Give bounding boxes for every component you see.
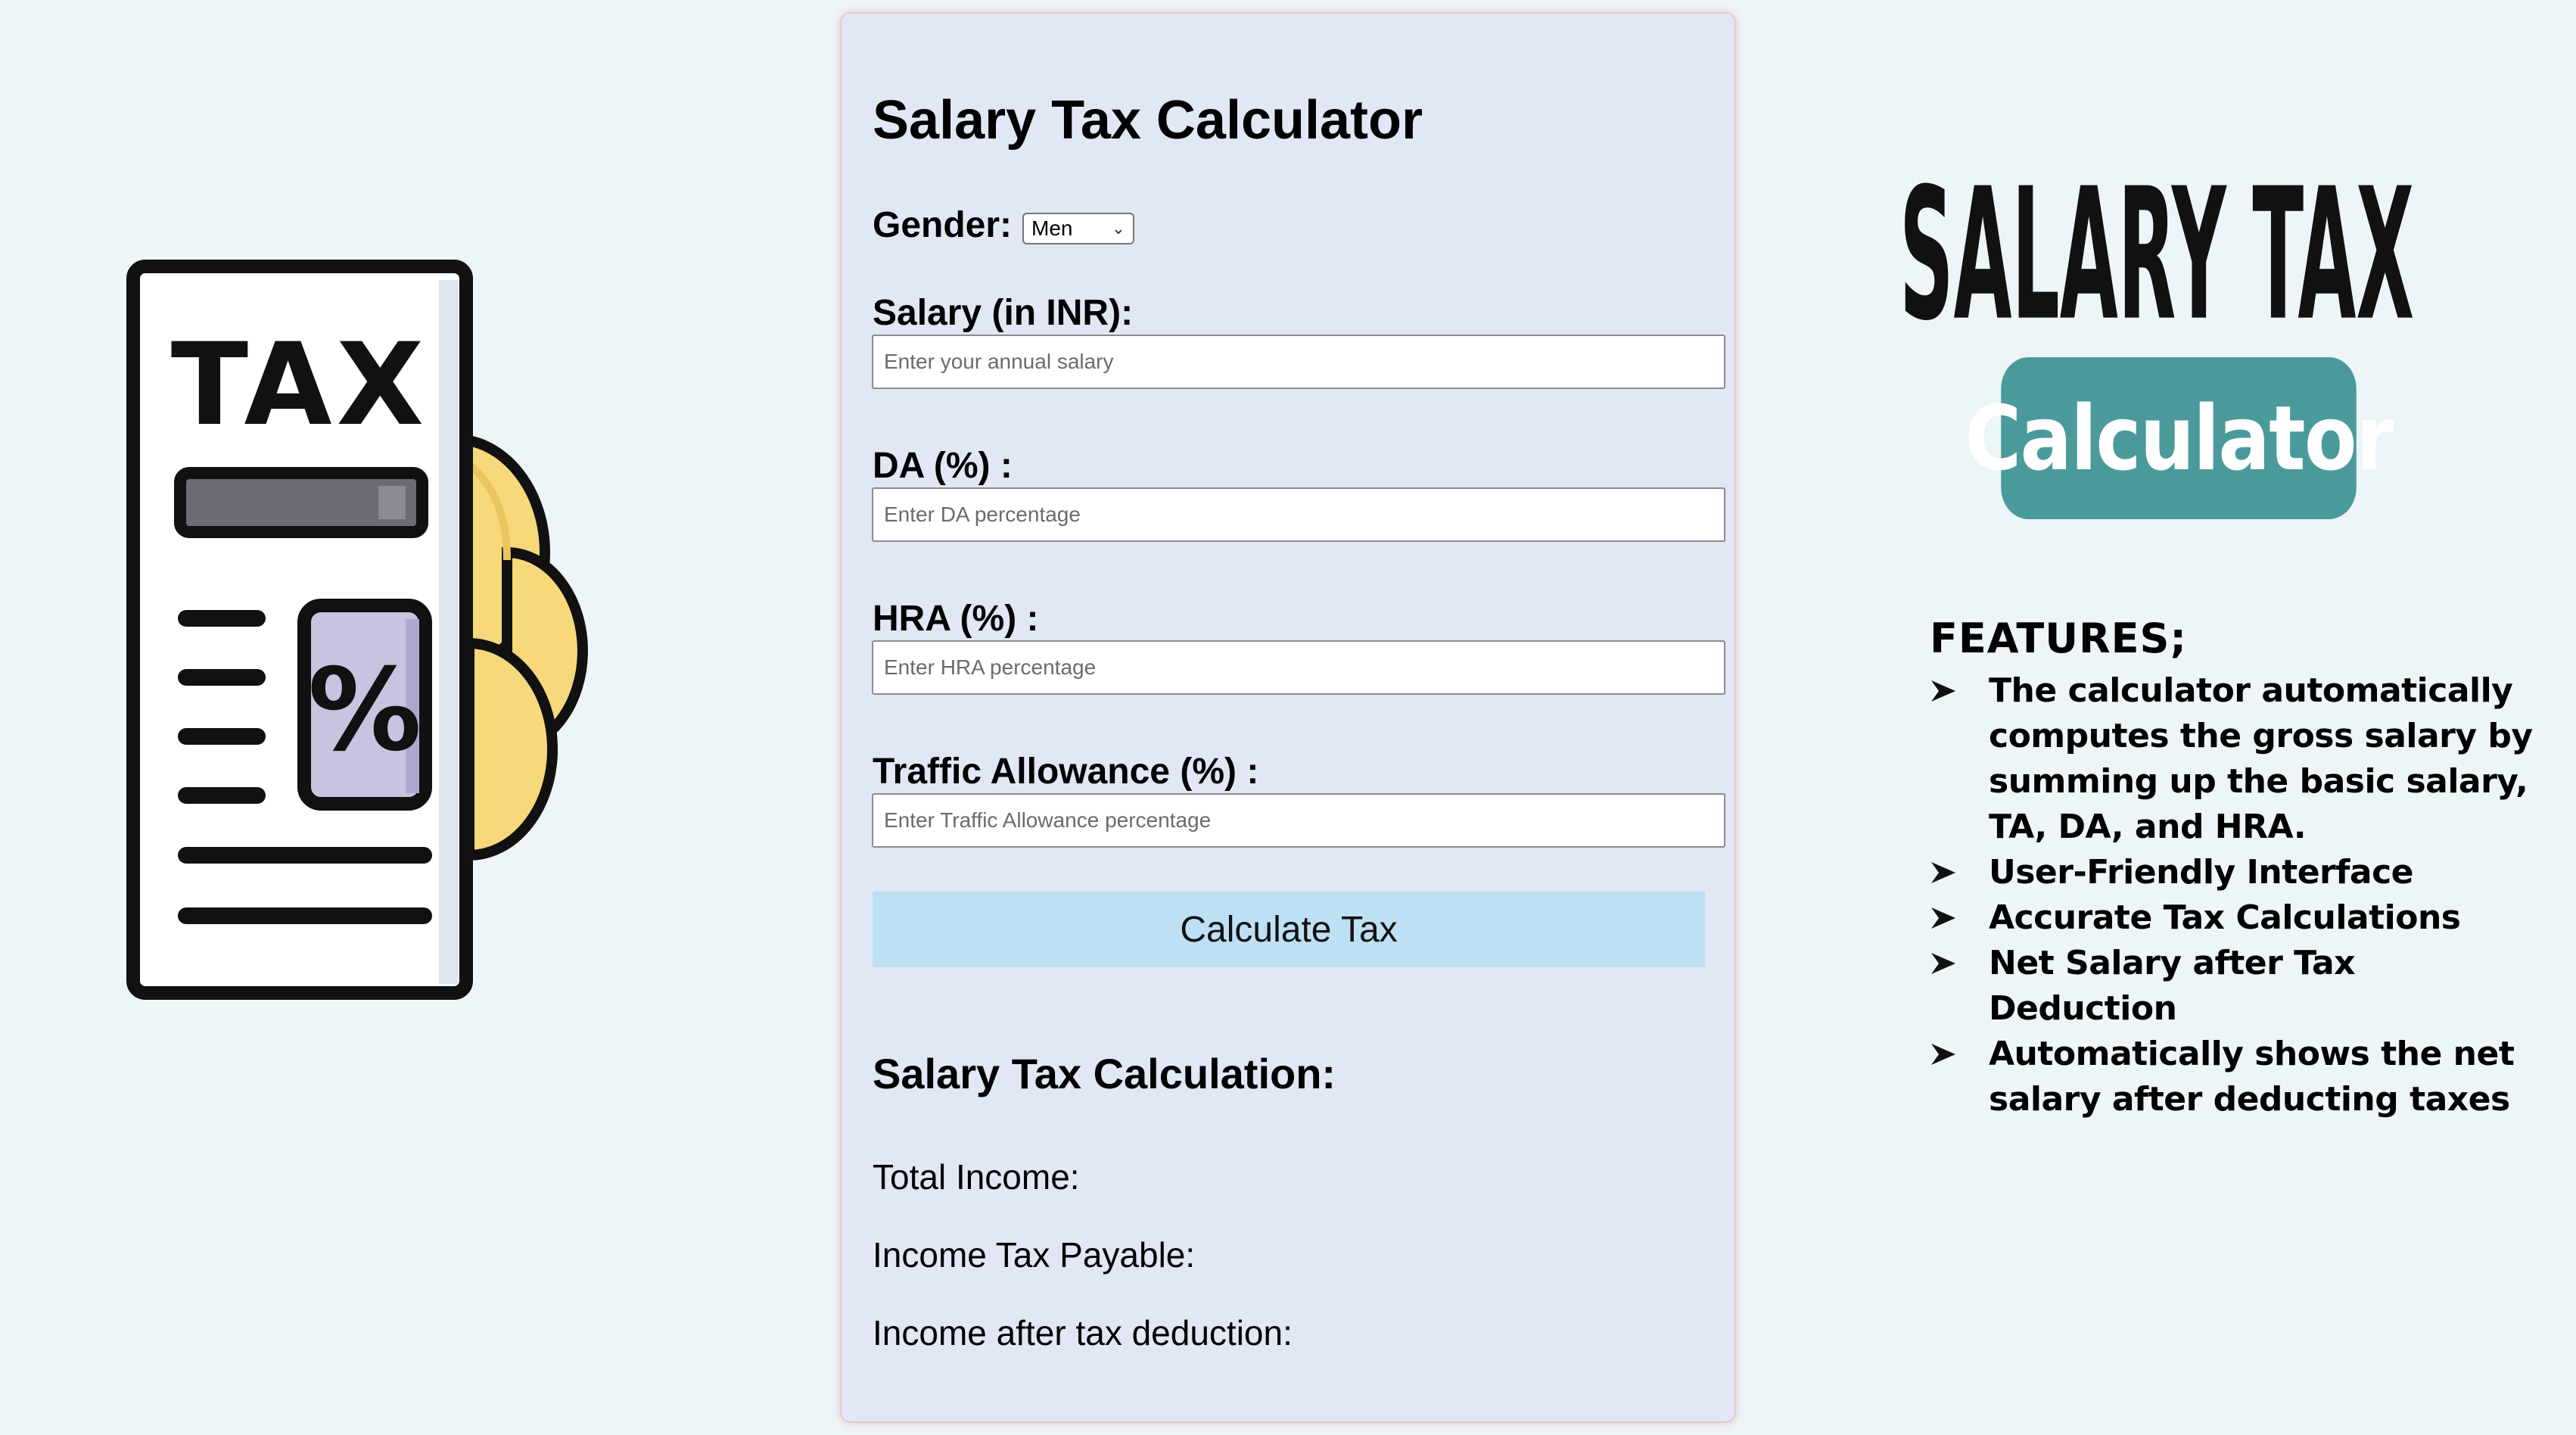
percent-sign: % [308,645,422,777]
arrow-bullet-icon [1931,680,1955,702]
tax-payable-label: Income Tax Payable: [873,1235,1196,1275]
feature-item: Net Salary after Tax Deduction [1930,941,2535,1032]
features-section: FEATURES; The calculator automatically c… [1930,615,2535,1122]
feature-item: The calculator automatically computes th… [1930,668,2535,850]
salary-tax-logo-text: SALARY TAX [1899,150,2414,333]
feature-item: Automatically shows the net salary after… [1930,1032,2535,1122]
coin-stack-icon [449,433,588,861]
salary-input-placeholder: Enter your annual salary [884,350,1114,373]
arrow-bullet-icon [1931,1044,1955,1065]
gender-select[interactable]: Men ⌄ [1022,212,1135,244]
salary-input[interactable]: Enter your annual salary [872,335,1725,389]
salary-tax-logo: SALARY TAX [1899,129,2414,361]
tax-document-illustration: TAX % [114,250,643,1022]
gender-row: Gender: Men ⌄ [873,204,1135,246]
da-input-placeholder: Enter DA percentage [884,503,1081,526]
traffic-allowance-input[interactable]: Enter Traffic Allowance percentage [872,793,1725,848]
salary-label: Salary (in INR): [873,293,1134,333]
features-title: FEATURES; [1930,615,2188,662]
arrow-bullet-icon [1931,953,1955,974]
feature-item: Accurate Tax Calculations [1930,895,2535,941]
gender-label: Gender: [873,205,1013,245]
traffic-allowance-label: Traffic Allowance (%) : [873,752,1259,792]
calculator-badge: Calculator [1965,357,2394,519]
feature-text: Accurate Tax Calculations [1989,898,2461,937]
results-title: Salary Tax Calculation: [873,1050,1336,1097]
traffic-allowance-input-placeholder: Enter Traffic Allowance percentage [884,808,1212,832]
tax-document-icon: TAX % [126,260,588,1000]
net-income-label: Income after tax deduction: [873,1313,1293,1353]
tax-heading-text: TAX [171,319,428,451]
arrow-bullet-icon [1931,862,1955,883]
feature-text: The calculator automatically computes th… [1989,671,2533,846]
hra-input[interactable]: Enter HRA percentage [872,640,1725,695]
feature-text: Net Salary after Tax Deduction [1989,944,2356,1028]
feature-item: User-Friendly Interface [1930,850,2535,895]
chevron-down-icon: ⌄ [1111,218,1126,238]
hra-input-placeholder: Enter HRA percentage [884,655,1097,679]
calculate-tax-button[interactable]: Calculate Tax [873,892,1705,967]
total-income-label: Total Income: [873,1157,1080,1197]
arrow-bullet-icon [1931,907,1955,929]
da-input[interactable]: Enter DA percentage [872,487,1725,542]
calculator-card: Salary Tax Calculator Gender: Men ⌄ Sala… [842,14,1734,1421]
gender-select-value: Men [1031,216,1073,240]
da-label: DA (%) : [873,446,1013,486]
hra-label: HRA (%) : [873,599,1039,639]
feature-text: User-Friendly Interface [1989,853,2414,892]
page-title: Salary Tax Calculator [873,90,1423,151]
feature-text: Automatically shows the net salary after… [1989,1035,2515,1119]
